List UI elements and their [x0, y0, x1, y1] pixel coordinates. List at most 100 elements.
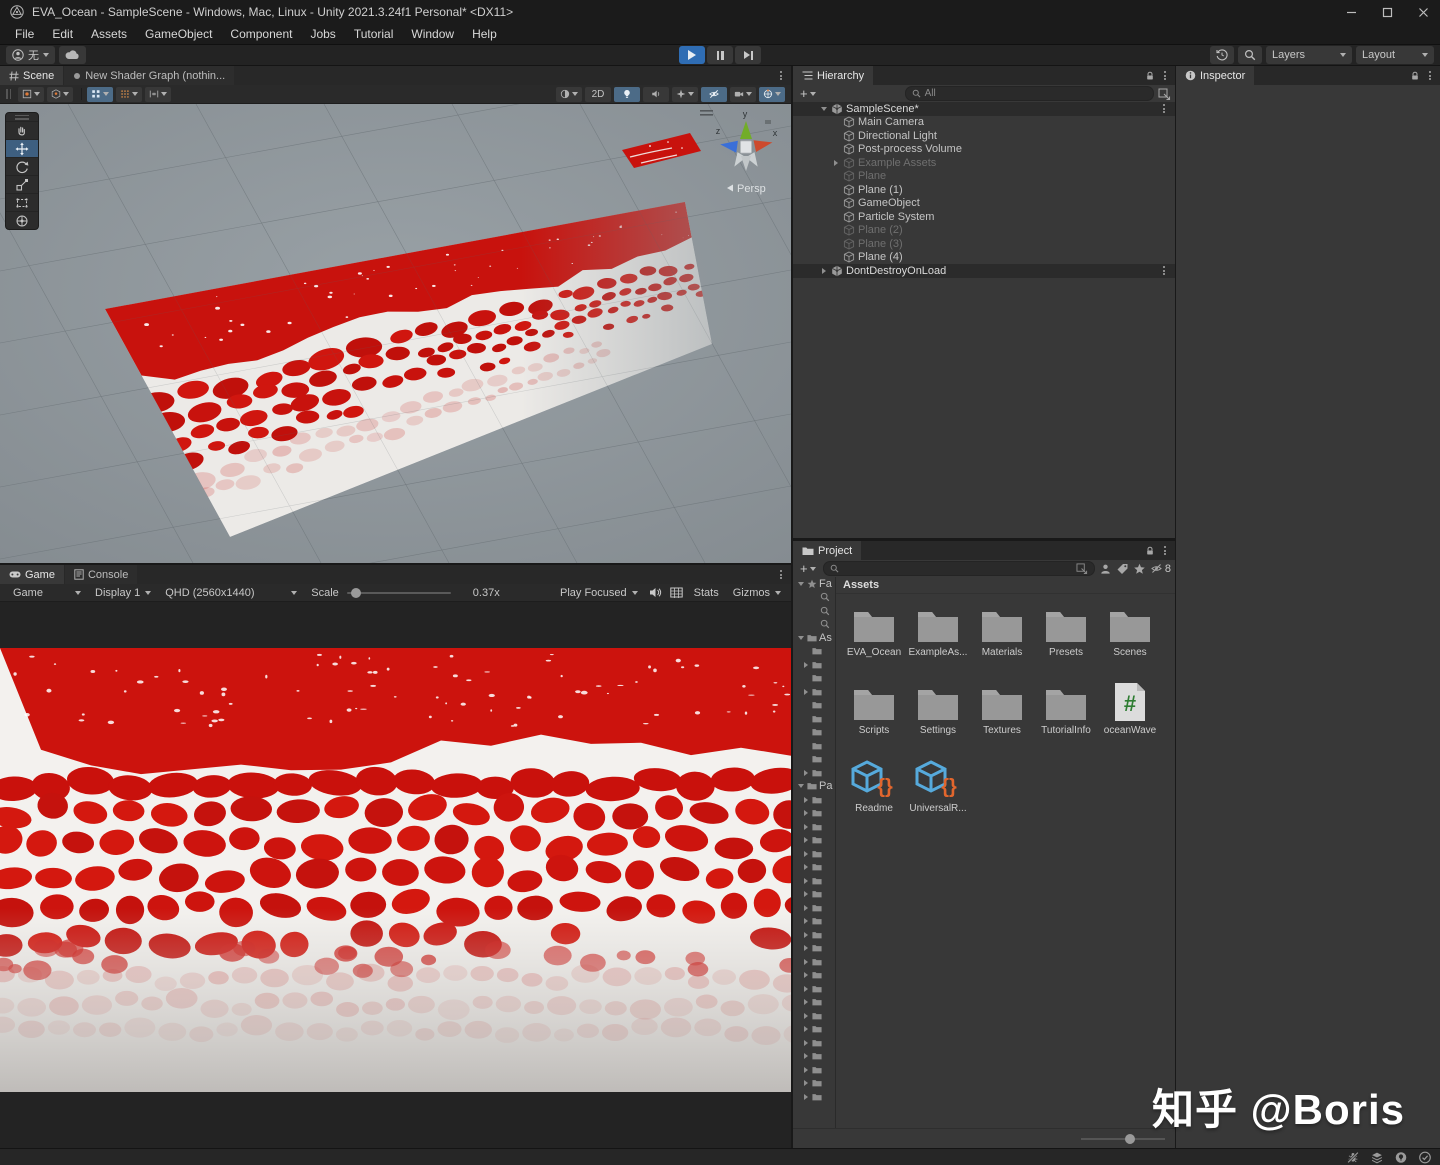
project-tree-item[interactable]: Pa: [793, 780, 835, 794]
tab-inspector[interactable]: Inspector: [1176, 66, 1254, 85]
project-asset-item[interactable]: Scenes: [1098, 600, 1162, 678]
project-asset-item[interactable]: Scripts: [842, 678, 906, 756]
project-tree-item[interactable]: [793, 982, 835, 996]
expand-arrow-icon[interactable]: [801, 971, 810, 980]
expand-arrow-icon[interactable]: [801, 849, 810, 858]
tab-console[interactable]: Console: [65, 565, 137, 584]
grid-visibility-dropdown[interactable]: [116, 87, 142, 102]
expand-arrow-icon[interactable]: [801, 1079, 810, 1088]
expand-arrow-icon[interactable]: [801, 1025, 810, 1034]
scale-tool-button[interactable]: [6, 175, 38, 193]
project-asset-item[interactable]: {} UniversalR...: [906, 756, 970, 834]
project-tree-item[interactable]: [793, 766, 835, 780]
zoom-slider-handle[interactable]: [1125, 1134, 1135, 1144]
project-asset-item[interactable]: Textures: [970, 678, 1034, 756]
camera-settings-dropdown[interactable]: [730, 87, 756, 102]
project-asset-item[interactable]: Settings: [906, 678, 970, 756]
expand-arrow-icon[interactable]: [831, 239, 840, 248]
expand-arrow-icon[interactable]: [801, 1052, 810, 1061]
scene-picker-icon[interactable]: [1158, 88, 1171, 100]
project-tree-item[interactable]: [793, 1063, 835, 1077]
view-tool-button[interactable]: [6, 121, 38, 139]
search-by-type-icon[interactable]: [1099, 563, 1112, 575]
step-button[interactable]: [735, 46, 761, 64]
project-asset-item[interactable]: TutorialInfo: [1034, 678, 1098, 756]
menu-item[interactable]: Tutorial: [345, 25, 403, 43]
resolution-dropdown[interactable]: QHD (2560x1440): [158, 584, 304, 601]
expand-arrow-icon[interactable]: [801, 890, 810, 899]
lighting-toggle[interactable]: [614, 87, 640, 102]
move-tool-button[interactable]: [6, 139, 38, 157]
toolbar-grip[interactable]: [6, 89, 11, 99]
expand-arrow-icon[interactable]: [801, 903, 810, 912]
project-tree-item[interactable]: [793, 1050, 835, 1064]
scale-slider-handle[interactable]: [351, 588, 361, 598]
global-illumination-icon[interactable]: [1394, 1151, 1408, 1164]
hierarchy-item[interactable]: Directional Light: [793, 129, 1175, 143]
expand-arrow-icon[interactable]: [801, 674, 810, 683]
expand-arrow-icon[interactable]: [796, 782, 805, 791]
expand-arrow-icon[interactable]: [801, 701, 810, 710]
menu-item[interactable]: Help: [463, 25, 506, 43]
menu-item[interactable]: GameObject: [136, 25, 221, 43]
hierarchy-item[interactable]: Plane: [793, 170, 1175, 184]
project-tree-item[interactable]: [793, 942, 835, 956]
account-dropdown[interactable]: 无: [6, 46, 55, 64]
panel-menu-icon[interactable]: [778, 570, 784, 579]
expand-arrow-icon[interactable]: [801, 1011, 810, 1020]
panel-menu-icon[interactable]: [1427, 71, 1433, 80]
project-tree-item[interactable]: [793, 888, 835, 902]
project-tree-item[interactable]: [793, 753, 835, 767]
project-tree-item[interactable]: [793, 604, 835, 618]
project-tree-item[interactable]: [793, 699, 835, 713]
expand-arrow-icon[interactable]: [831, 118, 840, 127]
snap-increment-dropdown[interactable]: [145, 87, 171, 102]
hierarchy-item[interactable]: Plane (4): [793, 251, 1175, 265]
persp-label[interactable]: Persp: [737, 183, 766, 195]
expand-arrow-icon[interactable]: [801, 917, 810, 926]
project-tree-item[interactable]: [793, 996, 835, 1010]
project-tree-item[interactable]: [793, 645, 835, 659]
2d-toggle[interactable]: 2D: [585, 87, 611, 102]
project-tree-item[interactable]: [793, 712, 835, 726]
undo-history-button[interactable]: [1210, 46, 1234, 64]
transform-tool-button[interactable]: [6, 211, 38, 229]
project-asset-item[interactable]: EVA_Ocean: [842, 600, 906, 678]
expand-arrow-icon[interactable]: [801, 755, 810, 764]
hierarchy-item[interactable]: GameObject: [793, 197, 1175, 211]
scale-slider[interactable]: [347, 592, 451, 594]
create-button[interactable]: +: [797, 561, 819, 576]
project-tree-item[interactable]: As: [793, 631, 835, 645]
expand-arrow-icon[interactable]: [801, 728, 810, 737]
project-tree-item[interactable]: [793, 1023, 835, 1037]
expand-arrow-icon[interactable]: [819, 104, 828, 113]
expand-arrow-icon[interactable]: [801, 863, 810, 872]
menu-item[interactable]: Assets: [82, 25, 136, 43]
hierarchy-item[interactable]: Main Camera: [793, 116, 1175, 130]
menu-item[interactable]: Jobs: [301, 25, 344, 43]
effects-dropdown[interactable]: [672, 87, 698, 102]
expand-arrow-icon[interactable]: [819, 266, 828, 275]
tool-handle-position-dropdown[interactable]: [18, 87, 44, 102]
vsync-button[interactable]: [666, 584, 687, 601]
expand-arrow-icon[interactable]: [801, 944, 810, 953]
pause-button[interactable]: [707, 46, 733, 64]
expand-arrow-icon[interactable]: [801, 1092, 810, 1101]
expand-arrow-icon[interactable]: [801, 741, 810, 750]
hierarchy-item[interactable]: Plane (1): [793, 183, 1175, 197]
expand-arrow-icon[interactable]: [831, 131, 840, 140]
hierarchy-item[interactable]: Plane (2): [793, 224, 1175, 238]
expand-arrow-icon[interactable]: [831, 212, 840, 221]
expand-arrow-icon[interactable]: [801, 660, 810, 669]
project-tree-item[interactable]: [793, 861, 835, 875]
expand-arrow-icon[interactable]: [801, 836, 810, 845]
lock-icon[interactable]: [1145, 546, 1155, 556]
row-menu-icon[interactable]: [1161, 266, 1167, 275]
project-asset-item[interactable]: {} Readme: [842, 756, 906, 834]
project-tree-item[interactable]: [793, 834, 835, 848]
menu-item[interactable]: Edit: [43, 25, 82, 43]
expand-arrow-icon[interactable]: [801, 822, 810, 831]
display-dropdown[interactable]: Display 1: [88, 584, 158, 601]
hierarchy-item[interactable]: DontDestroyOnLoad: [793, 264, 1175, 278]
project-tree-item[interactable]: [793, 901, 835, 915]
